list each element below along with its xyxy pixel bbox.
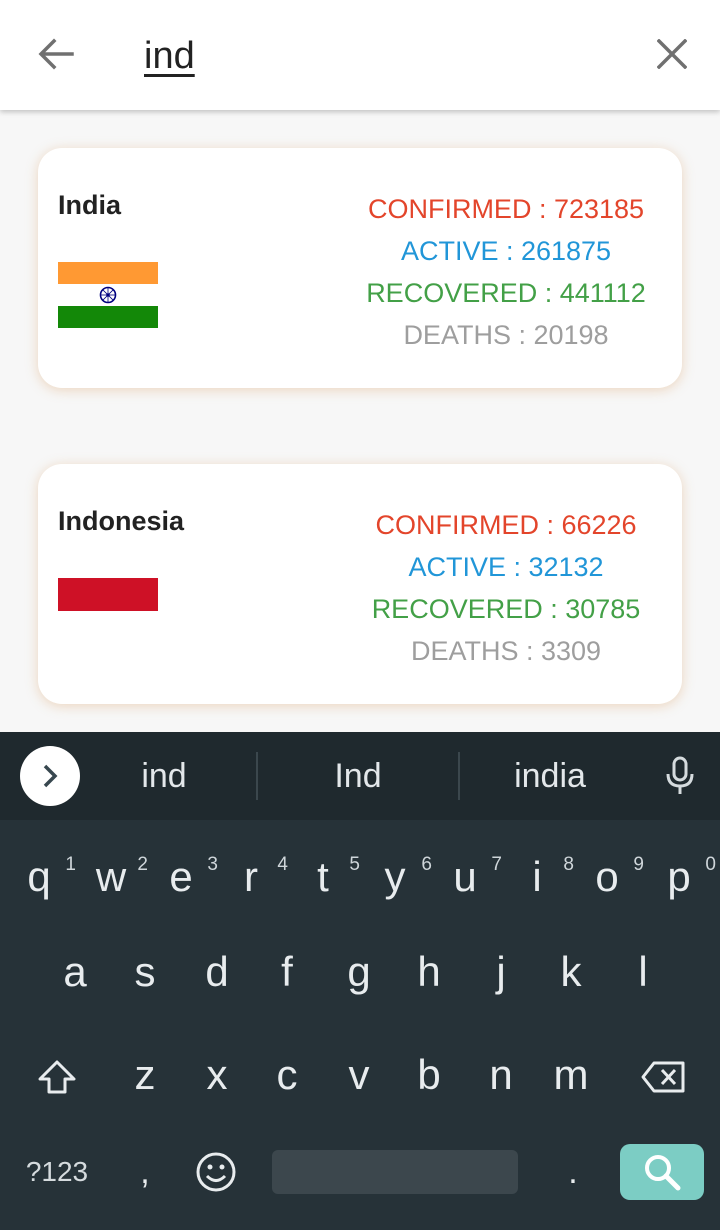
key-l[interactable]: l [608,927,678,1017]
clear-search-button[interactable] [648,30,696,78]
chevron-right-icon [43,764,58,788]
key-c[interactable]: c [252,1030,322,1120]
back-button[interactable] [28,28,84,80]
on-screen-keyboard: ind Ind india q1 w2 e3 r4 t5 y6 u7 i8 o9… [0,732,720,1230]
country-name: Indonesia [58,506,185,536]
key-p[interactable]: p0 [644,832,716,922]
key-y[interactable]: y6 [360,832,433,922]
key-g[interactable]: g [324,927,394,1017]
period-key[interactable]: . [540,1132,606,1212]
key-q[interactable]: q1 [4,832,76,922]
key-k[interactable]: k [536,927,606,1017]
backspace-key[interactable] [636,1054,690,1100]
deaths-count: DEATHS : 20198 [403,320,609,350]
emoji-key[interactable] [186,1140,246,1204]
case-stats: CONFIRMED : 723185 ACTIVE : 261875 RECOV… [346,188,666,356]
close-icon [657,39,687,69]
india-flag [58,262,158,328]
key-a[interactable]: a [40,927,110,1017]
backspace-icon [641,1061,685,1093]
key-r[interactable]: r4 [216,832,288,922]
voice-input-button[interactable] [656,752,704,800]
key-x[interactable]: x [182,1030,252,1120]
symbols-key[interactable]: ?123 [14,1132,100,1212]
country-card-indonesia[interactable]: Indonesia CONFIRMED : 66226 ACTIVE : 321… [38,464,682,704]
suggestion-strip: ind Ind india [0,732,720,820]
key-w[interactable]: w2 [76,832,148,922]
active-count: ACTIVE : 261875 [400,236,612,266]
deaths-count: DEATHS : 3309 [410,636,602,666]
key-o[interactable]: o9 [572,832,644,922]
country-card-india[interactable]: India CONFIRMED : 723185 ACTIVE : 261875… [38,148,682,388]
recovered-count: RECOVERED : 441112 [366,278,646,308]
key-j[interactable]: j [466,927,536,1017]
search-input[interactable] [144,28,624,84]
key-f[interactable]: f [252,927,322,1017]
key-i[interactable]: i8 [502,832,574,922]
keyboard-menu-button[interactable] [20,746,80,806]
shift-arrow-icon [38,1060,76,1094]
smiley-icon [196,1152,236,1192]
key-s[interactable]: s [110,927,180,1017]
confirmed-count: CONFIRMED : 66226 [375,510,637,540]
indonesia-flag [58,578,158,644]
key-m[interactable]: m [536,1030,606,1120]
recovered-count: RECOVERED : 30785 [371,594,641,624]
key-d[interactable]: d [182,927,252,1017]
shift-key[interactable] [30,1054,84,1100]
comma-key[interactable]: , [112,1132,178,1212]
key-e[interactable]: e3 [146,832,218,922]
suggestion-1[interactable]: ind [72,746,256,806]
search-app-bar [0,0,720,110]
key-t[interactable]: t5 [288,832,360,922]
search-results-list: India CONFIRMED : 723185 ACTIVE : 261875… [0,110,720,732]
key-h[interactable]: h [394,927,464,1017]
confirmed-count: CONFIRMED : 723185 [367,194,645,224]
country-name: India [58,190,122,220]
search-icon [645,1155,681,1191]
key-u[interactable]: u7 [430,832,502,922]
suggestion-2[interactable]: Ind [258,746,458,806]
suggestion-3[interactable]: india [460,746,640,806]
case-stats: CONFIRMED : 66226 ACTIVE : 32132 RECOVER… [346,504,666,672]
search-submit-key[interactable] [620,1144,704,1200]
key-n[interactable]: n [466,1030,536,1120]
microphone-icon [666,756,694,794]
key-z[interactable]: z [110,1030,180,1120]
space-bar[interactable] [272,1150,518,1194]
active-count: ACTIVE : 32132 [408,552,604,582]
arrow-left-icon [38,38,74,70]
key-b[interactable]: b [394,1030,464,1120]
key-v[interactable]: v [324,1030,394,1120]
